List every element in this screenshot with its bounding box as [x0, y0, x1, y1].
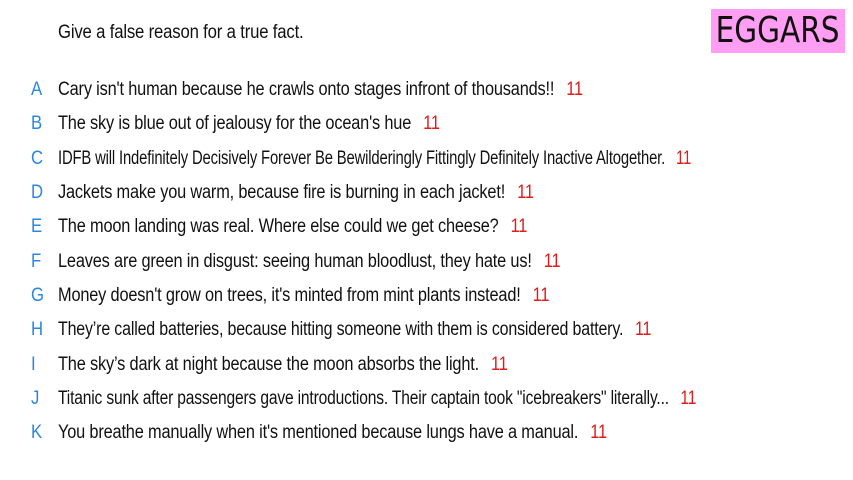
vote-count: 11	[491, 353, 508, 375]
vote-count: 11	[510, 216, 528, 238]
answer-option-a[interactable]: A Cary isn't human because he crawls ont…	[0, 73, 853, 107]
answer-option-g[interactable]: G Money doesn't grow on trees, it's mint…	[0, 279, 853, 313]
vote-count: 11	[680, 387, 697, 409]
vote-count: 11	[676, 147, 692, 169]
answer-text: Jackets make you warm, because fire is b…	[58, 182, 506, 204]
answer-letter: E	[31, 216, 43, 238]
answer-body: The sky is blue out of jealousy for the …	[58, 113, 440, 135]
answer-option-f[interactable]: F Leaves are green in disgust: seeing hu…	[0, 244, 853, 278]
answer-text: Cary isn't human because he crawls onto …	[58, 79, 555, 101]
logo-label: EGGARS	[716, 10, 840, 51]
answer-option-i[interactable]: I The sky’s dark at night because the mo…	[0, 347, 853, 381]
answer-body: Cary isn't human because he crawls onto …	[58, 79, 583, 101]
answer-body: Money doesn't grow on trees, it's minted…	[58, 285, 549, 307]
answer-body: You breathe manually when it's mentioned…	[58, 422, 607, 444]
answer-body: The sky’s dark at night because the moon…	[58, 354, 508, 376]
answer-option-d[interactable]: D Jackets make you warm, because fire is…	[0, 176, 853, 210]
answer-text: Leaves are green in disgust: seeing huma…	[58, 250, 532, 272]
answer-letter: B	[31, 113, 43, 135]
answer-option-b[interactable]: B The sky is blue out of jealousy for th…	[0, 107, 853, 141]
answer-list: A Cary isn't human because he crawls ont…	[0, 73, 853, 450]
answer-text: They’re called batteries, because hittin…	[58, 319, 624, 341]
answer-letter: J	[31, 387, 40, 409]
vote-count: 11	[634, 319, 652, 341]
answer-body: Titanic sunk after passengers gave intro…	[58, 388, 696, 410]
answer-option-k[interactable]: K You breathe manually when it's mention…	[0, 416, 853, 450]
prompt-text: Give a false reason for a true fact.	[58, 22, 304, 43]
answer-option-j[interactable]: J Titanic sunk after passengers gave int…	[0, 382, 853, 416]
answer-letter: I	[31, 353, 36, 375]
answer-option-h[interactable]: H They’re called batteries, because hitt…	[0, 313, 853, 347]
answer-letter: D	[31, 182, 44, 204]
answer-text: IDFB will Indefinitely Decisively Foreve…	[58, 147, 666, 169]
answer-text: Money doesn't grow on trees, it's minted…	[58, 284, 521, 306]
answer-option-c[interactable]: C IDFB will Indefinitely Decisively Fore…	[0, 142, 853, 176]
answer-letter: A	[31, 79, 43, 101]
answer-text: Titanic sunk after passengers gave intro…	[58, 387, 669, 409]
vote-count: 11	[532, 284, 550, 306]
answer-text: The moon landing was real. Where else co…	[58, 216, 499, 238]
answer-letter: G	[31, 284, 45, 306]
vote-count: 11	[543, 250, 561, 272]
answer-body: They’re called batteries, because hittin…	[58, 319, 651, 341]
eggars-logo: EGGARS	[711, 9, 845, 53]
answer-body: The moon landing was real. Where else co…	[58, 216, 527, 238]
vote-count: 11	[566, 79, 583, 101]
answer-text: The sky is blue out of jealousy for the …	[58, 113, 412, 135]
answer-body: IDFB will Indefinitely Decisively Foreve…	[58, 148, 691, 170]
vote-count: 11	[517, 182, 534, 204]
answer-letter: F	[31, 250, 42, 272]
answer-body: Jackets make you warm, because fire is b…	[58, 182, 534, 204]
answer-letter: C	[31, 147, 44, 169]
answer-option-e[interactable]: E The moon landing was real. Where else …	[0, 210, 853, 244]
vote-count: 11	[590, 422, 607, 444]
answer-letter: K	[31, 422, 43, 444]
answer-text: The sky’s dark at night because the moon…	[58, 353, 479, 375]
answer-text: You breathe manually when it's mentioned…	[58, 422, 579, 444]
answer-letter: H	[31, 319, 44, 341]
vote-count: 11	[423, 113, 440, 135]
answer-body: Leaves are green in disgust: seeing huma…	[58, 250, 561, 273]
